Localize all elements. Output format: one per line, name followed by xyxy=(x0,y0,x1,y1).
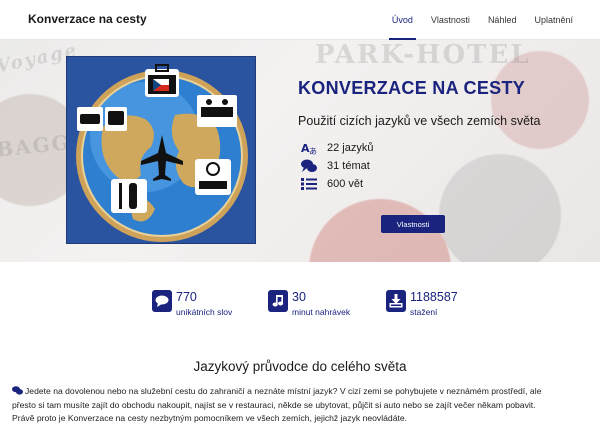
nav-vlastnosti[interactable]: Vlastnosti xyxy=(422,0,479,40)
stat-recordings-value: 30 xyxy=(292,290,306,304)
hero-subtitle: Použití cizích jazyků ve všech zemích sv… xyxy=(298,114,541,128)
intro-line-2: přesto si tam musíte zajít do obchodu na… xyxy=(12,399,536,410)
svg-text:あ: あ xyxy=(309,147,317,155)
music-note-icon xyxy=(268,290,288,312)
top-navbar: Konverzace na cesty Úvod Vlastnosti Náhl… xyxy=(0,0,600,40)
feature-sentences: 600 vět xyxy=(300,176,363,192)
intro-paragraph: Jedete na dovolenou nebo na služební ces… xyxy=(12,385,592,426)
stat-words-value: 770 xyxy=(176,290,197,304)
stat-recordings-label: minut nahrávek xyxy=(292,307,351,317)
feature-languages-text: 22 jazyků xyxy=(327,142,374,154)
nav-nahled[interactable]: Náhled xyxy=(479,0,526,40)
translate-icon: Aあ xyxy=(300,141,318,155)
nav-uvod[interactable]: Úvod xyxy=(383,0,422,40)
download-icon xyxy=(386,290,406,312)
nav-uplatneni[interactable]: Uplatnění xyxy=(525,0,582,40)
feature-languages: Aあ 22 jazyků xyxy=(300,140,373,156)
main-nav: Úvod Vlastnosti Náhled Uplatnění xyxy=(383,0,582,40)
chat-bubbles-icon xyxy=(300,159,318,173)
chat-icon xyxy=(152,290,172,312)
background-stamp-park-hotel: PARK-HOTEL xyxy=(315,40,531,70)
feature-topics-text: 31 témat xyxy=(327,160,370,172)
intro-line-3: Právě proto je Konverzace na cesty nezby… xyxy=(12,413,408,424)
features-button[interactable]: Vlastnosti xyxy=(381,215,445,233)
intro-line-1: Jedete na dovolenou nebo na služební ces… xyxy=(25,386,542,396)
stat-downloads-value: 1188587 xyxy=(410,290,458,304)
list-icon xyxy=(300,177,318,191)
feature-topics: 31 témat xyxy=(300,158,370,174)
hero-section: PARK-HOTEL Voyage BAGGAG KONVERZACE NA C… xyxy=(0,40,600,262)
section-title: Jazykový průvodce do celého světa xyxy=(193,359,407,374)
feature-sentences-text: 600 vět xyxy=(327,178,364,190)
stat-words-label: unikátních slov xyxy=(176,307,233,317)
stat-downloads-label: stažení xyxy=(410,307,438,317)
brand-title[interactable]: Konverzace na cesty xyxy=(28,12,147,26)
hero-title: KONVERZACE NA CESTY xyxy=(298,78,526,98)
chat-bubbles-icon xyxy=(12,386,23,395)
app-logo-globe xyxy=(66,56,256,244)
